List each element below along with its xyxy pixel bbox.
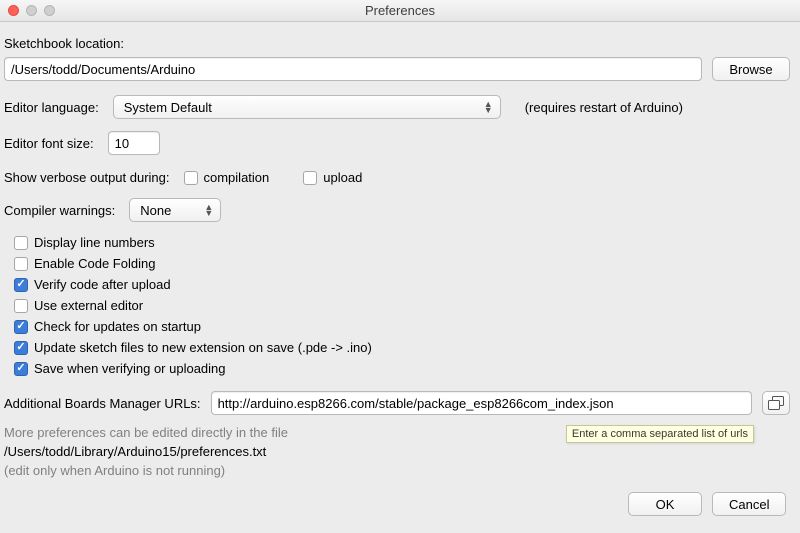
use-external-editor-check[interactable]: Use external editor: [14, 298, 790, 313]
browse-button[interactable]: Browse: [712, 57, 790, 81]
preferences-panel: Sketchbook location: Browse Editor langu…: [0, 22, 800, 526]
sketchbook-label: Sketchbook location:: [4, 36, 790, 51]
update-sketch-ext-label: Update sketch files to new extension on …: [34, 340, 372, 355]
verify-after-upload-label: Verify code after upload: [34, 277, 171, 292]
boards-urls-expand-button[interactable]: [762, 391, 790, 415]
compilation-checkbox[interactable]: [184, 171, 198, 185]
verify-after-upload-check[interactable]: Verify code after upload: [14, 277, 790, 292]
check-updates-startup-check[interactable]: Check for updates on startup: [14, 319, 790, 334]
display-line-numbers-check[interactable]: Display line numbers: [14, 235, 790, 250]
upload-checkbox[interactable]: [303, 171, 317, 185]
compiler-warnings-select[interactable]: None: [129, 198, 221, 222]
zoom-icon[interactable]: [44, 5, 55, 16]
check-updates-startup-checkbox[interactable]: [14, 320, 28, 334]
boards-urls-tooltip: Enter a comma separated list of urls: [566, 425, 754, 443]
editor-font-size-input[interactable]: [108, 131, 160, 155]
minimize-icon[interactable]: [26, 5, 37, 16]
editor-language-note: (requires restart of Arduino): [525, 100, 683, 115]
update-sketch-ext-checkbox[interactable]: [14, 341, 28, 355]
save-when-verifying-check[interactable]: Save when verifying or uploading: [14, 361, 790, 376]
window-title: Preferences: [0, 3, 800, 18]
update-sketch-ext-check[interactable]: Update sketch files to new extension on …: [14, 340, 790, 355]
check-updates-startup-label: Check for updates on startup: [34, 319, 201, 334]
enable-code-folding-label: Enable Code Folding: [34, 256, 155, 271]
display-line-numbers-checkbox[interactable]: [14, 236, 28, 250]
ok-button[interactable]: OK: [628, 492, 702, 516]
editor-language-select[interactable]: System Default: [113, 95, 501, 119]
use-external-editor-label: Use external editor: [34, 298, 143, 313]
display-line-numbers-label: Display line numbers: [34, 235, 155, 250]
save-when-verifying-checkbox[interactable]: [14, 362, 28, 376]
boards-urls-label: Additional Boards Manager URLs:: [4, 396, 201, 411]
compilation-checkbox-wrap[interactable]: compilation: [184, 170, 270, 185]
more-prefs-line3: (edit only when Arduino is not running): [4, 463, 790, 478]
verbose-output-label: Show verbose output during:: [4, 170, 170, 185]
boards-urls-input[interactable]: [211, 391, 752, 415]
compiler-warnings-label: Compiler warnings:: [4, 203, 115, 218]
sketchbook-location-input[interactable]: [4, 57, 702, 81]
more-prefs-path: /Users/todd/Library/Arduino15/preference…: [4, 444, 790, 459]
use-external-editor-checkbox[interactable]: [14, 299, 28, 313]
cancel-button[interactable]: Cancel: [712, 492, 786, 516]
close-icon[interactable]: [8, 5, 19, 16]
titlebar: Preferences: [0, 0, 800, 22]
enable-code-folding-checkbox[interactable]: [14, 257, 28, 271]
enable-code-folding-check[interactable]: Enable Code Folding: [14, 256, 790, 271]
window-stack-icon: [768, 396, 784, 410]
upload-checkbox-wrap[interactable]: upload: [303, 170, 362, 185]
compilation-checkbox-label: compilation: [204, 170, 270, 185]
upload-checkbox-label: upload: [323, 170, 362, 185]
window-controls: [8, 5, 55, 16]
editor-language-label: Editor language:: [4, 100, 99, 115]
editor-font-size-label: Editor font size:: [4, 136, 94, 151]
verify-after-upload-checkbox[interactable]: [14, 278, 28, 292]
save-when-verifying-label: Save when verifying or uploading: [34, 361, 226, 376]
